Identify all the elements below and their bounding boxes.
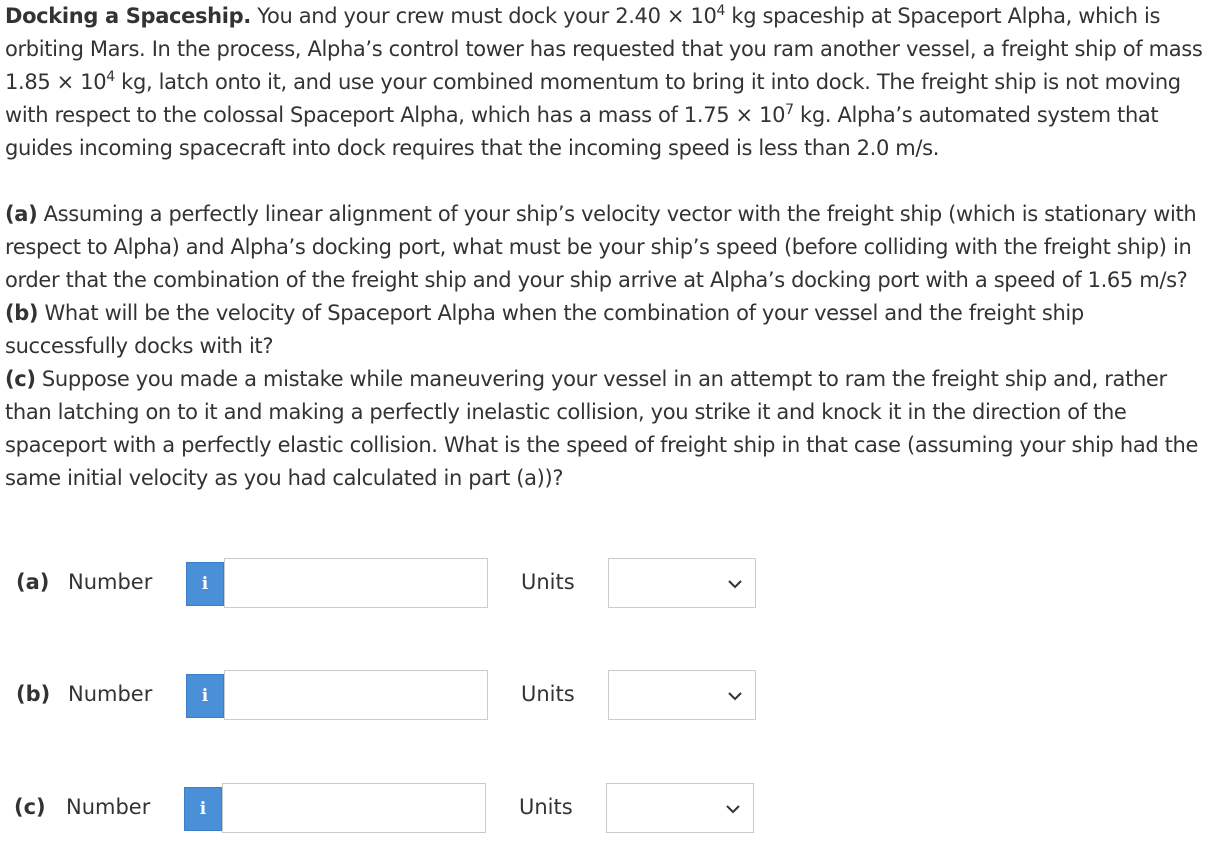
answer-b-part-label: (b) xyxy=(16,682,51,706)
question-b: (b) What will be the velocity of Spacepo… xyxy=(5,297,1203,363)
answer-c-units-label: Units xyxy=(519,795,573,819)
question-b-label: (b) xyxy=(5,301,39,325)
answer-a-number-label: Number xyxy=(68,570,153,594)
answer-b-number-input[interactable] xyxy=(224,670,488,720)
exponent-3: 7 xyxy=(785,102,794,118)
chevron-down-icon xyxy=(728,692,742,701)
exponent-1: 4 xyxy=(716,3,726,19)
question-c-label: (c) xyxy=(5,367,36,391)
answer-b-info-icon[interactable]: i xyxy=(186,674,224,718)
question-c: (c) Suppose you made a mistake while man… xyxy=(5,363,1203,495)
question-a-text: Assuming a perfectly linear alignment of… xyxy=(5,202,1197,292)
chevron-down-icon xyxy=(728,580,742,589)
problem-intro: Docking a Spaceship. You and your crew m… xyxy=(5,0,1203,165)
chevron-down-icon xyxy=(726,805,740,814)
answer-a-units-label: Units xyxy=(521,570,575,594)
answer-b-number-label: Number xyxy=(68,682,153,706)
problem-title: Docking a Spaceship. xyxy=(5,4,251,28)
question-c-text: Suppose you made a mistake while maneuve… xyxy=(5,367,1199,490)
question-a: (a) Assuming a perfectly linear alignmen… xyxy=(5,198,1203,297)
answer-a-info-icon[interactable]: i xyxy=(186,562,224,606)
question-b-text: What will be the velocity of Spaceport A… xyxy=(5,301,1084,358)
answer-c-number-label: Number xyxy=(66,795,151,819)
answer-row-a: (a) Number i Units xyxy=(16,558,776,608)
answer-a-number-input[interactable] xyxy=(224,558,488,608)
intro-text-1: You and your crew must dock your 2.40 × … xyxy=(250,4,717,28)
problem-statement: Docking a Spaceship. You and your crew m… xyxy=(5,0,1203,495)
answer-c-part-label: (c) xyxy=(14,795,46,819)
answer-b-units-select[interactable] xyxy=(608,670,756,720)
answer-row-b: (b) Number i Units xyxy=(16,670,776,720)
answer-a-units-select[interactable] xyxy=(608,558,756,608)
answer-c-number-input[interactable] xyxy=(222,783,486,833)
exponent-2: 4 xyxy=(106,69,115,85)
answer-c-info-icon[interactable]: i xyxy=(184,787,222,831)
answer-row-c: (c) Number i Units xyxy=(14,783,774,833)
answer-c-units-select[interactable] xyxy=(606,783,754,833)
answer-a-part-label: (a) xyxy=(16,570,50,594)
question-a-label: (a) xyxy=(5,202,38,226)
answer-b-units-label: Units xyxy=(521,682,575,706)
